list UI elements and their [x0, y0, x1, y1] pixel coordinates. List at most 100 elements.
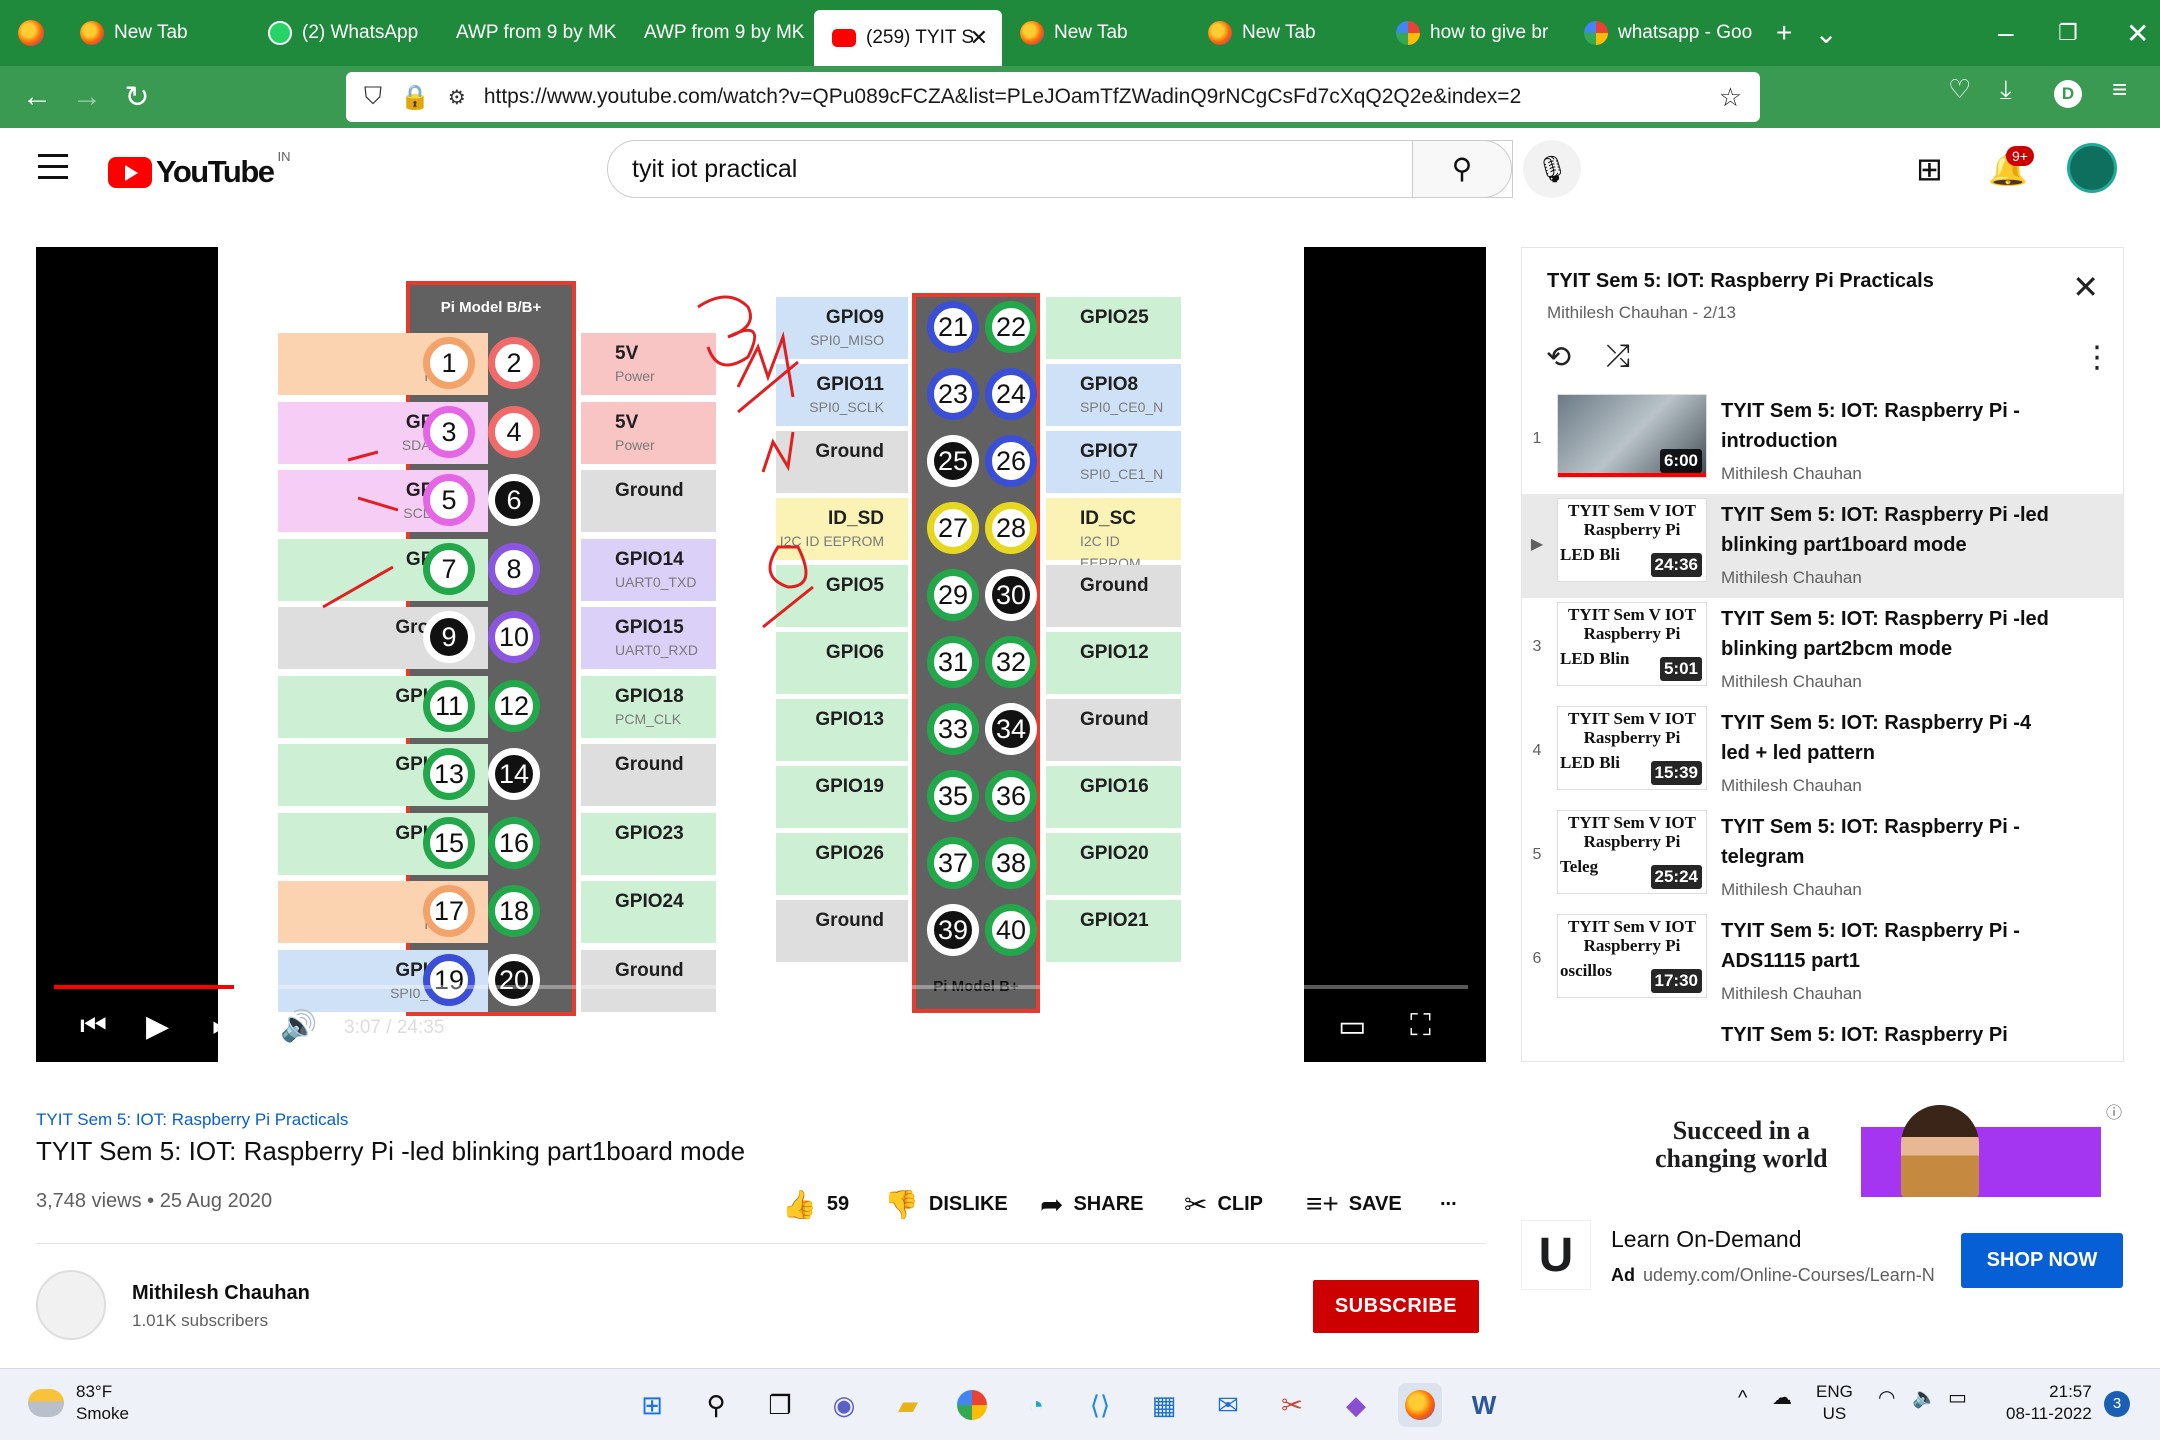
- tab-8[interactable]: whatsapp - Goo: [1566, 0, 1754, 66]
- tab-3[interactable]: AWP from 9 by MK: [626, 0, 814, 66]
- playlist-thumbnail[interactable]: TYIT Sem V IOT Raspberry Pi oscillos 17:30: [1557, 914, 1707, 998]
- file-explorer-icon[interactable]: ▰: [886, 1383, 930, 1427]
- miniplayer-icon[interactable]: ⧉: [1268, 1009, 1289, 1043]
- channel-avatar[interactable]: [36, 1270, 106, 1340]
- address-bar[interactable]: ⛉ 🔒 ⚙ https://www.youtube.com/watch?v=QP…: [346, 72, 1760, 122]
- previous-icon[interactable]: ⏮: [80, 1009, 107, 1043]
- playlist-item[interactable]: ▶ TYIT Sem V IOT Raspberry Pi LED Bli 24:36…: [1522, 494, 2123, 598]
- tab-2[interactable]: AWP from 9 by MK: [438, 0, 626, 66]
- downloads-icon[interactable]: ⤓: [2000, 74, 2012, 106]
- snipping-tool-icon[interactable]: ✂: [1270, 1383, 1314, 1427]
- ad-info-icon[interactable]: ⓘ: [2106, 1099, 2122, 1123]
- close-playlist-icon[interactable]: ✕: [2072, 268, 2099, 306]
- tab-0[interactable]: New Tab: [62, 0, 250, 66]
- url-text[interactable]: https://www.youtube.com/watch?v=QPu089cF…: [484, 85, 1521, 109]
- volume-icon[interactable]: 🔊: [280, 1009, 317, 1044]
- playlist-item[interactable]: 4 TYIT Sem V IOT Raspberry Pi LED Bli 15:39…: [1522, 702, 2123, 806]
- start-windows-icon[interactable]: ⊞: [630, 1383, 674, 1427]
- share-button[interactable]: ➦ SHARE: [1040, 1188, 1143, 1221]
- playlist-thumbnail[interactable]: 6:00: [1557, 394, 1707, 478]
- play-icon[interactable]: ▶: [146, 1009, 169, 1044]
- save-button[interactable]: ≡+ SAVE: [1306, 1188, 1402, 1220]
- back-arrow-icon[interactable]: ←: [12, 80, 62, 114]
- dislike-button[interactable]: 👎 DISLIKE: [884, 1188, 1008, 1221]
- tab-7[interactable]: how to give br: [1378, 0, 1566, 66]
- loop-icon[interactable]: ⟲: [1546, 340, 1571, 375]
- video-player[interactable]: Pi Model B/B+ Pi Model B+ 3V3Power5VPowe…: [36, 247, 1486, 1062]
- tray-overflow-chevron-icon[interactable]: ^: [1738, 1387, 1747, 1410]
- lock-icon[interactable]: 🔒: [400, 83, 430, 112]
- seek-bar[interactable]: [54, 985, 1468, 989]
- udemy-logo[interactable]: U: [1521, 1220, 1591, 1290]
- voice-search-mic-icon[interactable]: 🎙: [1523, 140, 1581, 198]
- word-icon[interactable]: W: [1462, 1383, 1506, 1427]
- playlist-item[interactable]: 5 TYIT Sem V IOT Raspberry Pi Teleg 25:24 TY…: [1522, 806, 2123, 910]
- wifi-icon[interactable]: ◠: [1878, 1385, 1895, 1410]
- playlist-thumbnail[interactable]: TYIT Sem V IOT Raspberry Pi LED Blin 5:01: [1557, 602, 1707, 686]
- bookmark-star-icon[interactable]: ☆: [1719, 82, 1742, 113]
- new-tab-plus-icon[interactable]: +: [1776, 17, 1792, 49]
- weather-widget[interactable]: 83°F Smoke: [28, 1381, 129, 1425]
- playlist-item[interactable]: 3 TYIT Sem V IOT Raspberry Pi LED Blin 5:01…: [1522, 598, 2123, 702]
- shield-icon[interactable]: ⛉: [364, 83, 382, 111]
- ad-banner[interactable]: Succeed in a changing world ⓘ: [1521, 1097, 2124, 1197]
- next-icon[interactable]: ⏭: [212, 1009, 239, 1043]
- search-button[interactable]: ⚲: [1412, 140, 1512, 198]
- tab-6[interactable]: New Tab: [1190, 0, 1378, 66]
- firefox-menu-button[interactable]: [0, 0, 62, 66]
- theater-mode-icon[interactable]: ▭: [1338, 1009, 1366, 1044]
- channel-name[interactable]: Mithilesh Chauhan: [132, 1282, 310, 1305]
- shuffle-icon[interactable]: ⤮: [1606, 340, 1630, 374]
- minimize-icon[interactable]: –: [1998, 17, 2014, 49]
- firefox-taskbar-icon[interactable]: [1398, 1383, 1442, 1427]
- close-tab-icon[interactable]: ✕: [970, 25, 988, 51]
- teams-chat-icon[interactable]: ◉: [822, 1383, 866, 1427]
- taskbar-clock[interactable]: 21:57 08-11-2022: [2006, 1381, 2092, 1425]
- permissions-icon[interactable]: ⚙: [448, 85, 466, 110]
- speaker-icon[interactable]: 🔈: [1912, 1385, 1937, 1410]
- restore-icon[interactable]: ❐: [2058, 20, 2078, 46]
- tab-list-chevron-icon[interactable]: ⌄: [1814, 17, 1837, 50]
- ad-headline[interactable]: Learn On-Demand: [1611, 1226, 1802, 1253]
- fullscreen-icon[interactable]: ⛶: [1410, 1009, 1431, 1043]
- playlist-item-title[interactable]: TYIT Sem 5: IOT: Raspberry Pi -4 led + l…: [1721, 708, 2061, 768]
- onedrive-cloud-icon[interactable]: ☁: [1772, 1385, 1792, 1410]
- playlist-item[interactable]: 1 6:00 TYIT Sem 5: IOT: Raspberry Pi -intr…: [1522, 390, 2123, 494]
- youtube-logo[interactable]: YouTube IN: [108, 149, 291, 190]
- playlist-item-title[interactable]: TYIT Sem 5: IOT: Raspberry Pi -ADS1115 p…: [1721, 916, 2061, 976]
- playlist-thumbnail[interactable]: TYIT Sem V IOT Raspberry Pi LED Bli 24:36: [1557, 498, 1707, 582]
- shop-now-button[interactable]: SHOP NOW: [1961, 1233, 2123, 1288]
- playlist-item[interactable]: TYIT Sem 5: IOT: Raspberry Pi: [1522, 1014, 2123, 1061]
- vscode-icon[interactable]: ⟨⟩: [1078, 1383, 1122, 1427]
- playlist-item[interactable]: 6 TYIT Sem V IOT Raspberry Pi oscillos 17:3…: [1522, 910, 2123, 1014]
- taskbar-search-icon[interactable]: ⚲: [694, 1383, 738, 1427]
- notification-center-badge[interactable]: 3: [2104, 1391, 2130, 1417]
- more-actions-button[interactable]: ...: [1440, 1188, 1457, 1211]
- profile-avatar[interactable]: D: [2054, 80, 2082, 108]
- playlist-item-title[interactable]: TYIT Sem 5: IOT: Raspberry Pi -led blink…: [1721, 604, 2061, 664]
- playlist-tag-link[interactable]: TYIT Sem 5: IOT: Raspberry Pi Practicals: [36, 1110, 348, 1130]
- playlist-thumbnail[interactable]: TYIT Sem V IOT Raspberry Pi LED Bli 15:39: [1557, 706, 1707, 790]
- ad-url[interactable]: udemy.com/Online-Courses/Learn-N: [1643, 1265, 1935, 1285]
- playlist-item-title[interactable]: TYIT Sem 5: IOT: Raspberry Pi -introduct…: [1721, 396, 2061, 456]
- settings-gear-icon[interactable]: ⚙: [1198, 1009, 1225, 1044]
- playlist-title[interactable]: TYIT Sem 5: IOT: Raspberry Pi Practicals: [1547, 270, 1934, 293]
- battery-icon[interactable]: ▭: [1948, 1385, 1967, 1410]
- clip-button[interactable]: ✂ CLIP: [1184, 1188, 1263, 1221]
- language-indicator[interactable]: ENG US: [1816, 1381, 1853, 1425]
- app-menu-icon[interactable]: ≡: [2112, 74, 2127, 105]
- search-input[interactable]: tyit iot practical ✕: [607, 140, 1513, 198]
- tab-4[interactable]: (259) TYIT S ✕: [814, 10, 1002, 66]
- microsoft-store-icon[interactable]: ▦: [1142, 1383, 1186, 1427]
- mail-icon[interactable]: ✉: [1206, 1383, 1250, 1427]
- subtitles-icon[interactable]: ▭: [1126, 1013, 1149, 1042]
- like-button[interactable]: 👍 59: [782, 1188, 849, 1221]
- search-query-text[interactable]: tyit iot practical: [632, 155, 797, 184]
- create-video-icon[interactable]: ⊞: [1916, 150, 1943, 188]
- reload-icon[interactable]: ↻: [112, 80, 162, 115]
- edge-icon[interactable]: ◔: [1014, 1383, 1058, 1427]
- playlist-item-title[interactable]: TYIT Sem 5: IOT: Raspberry Pi: [1721, 1020, 2061, 1050]
- visual-studio-icon[interactable]: ◆: [1334, 1383, 1378, 1427]
- forward-arrow-icon[interactable]: →: [62, 80, 112, 114]
- hamburger-menu-icon[interactable]: [38, 154, 68, 187]
